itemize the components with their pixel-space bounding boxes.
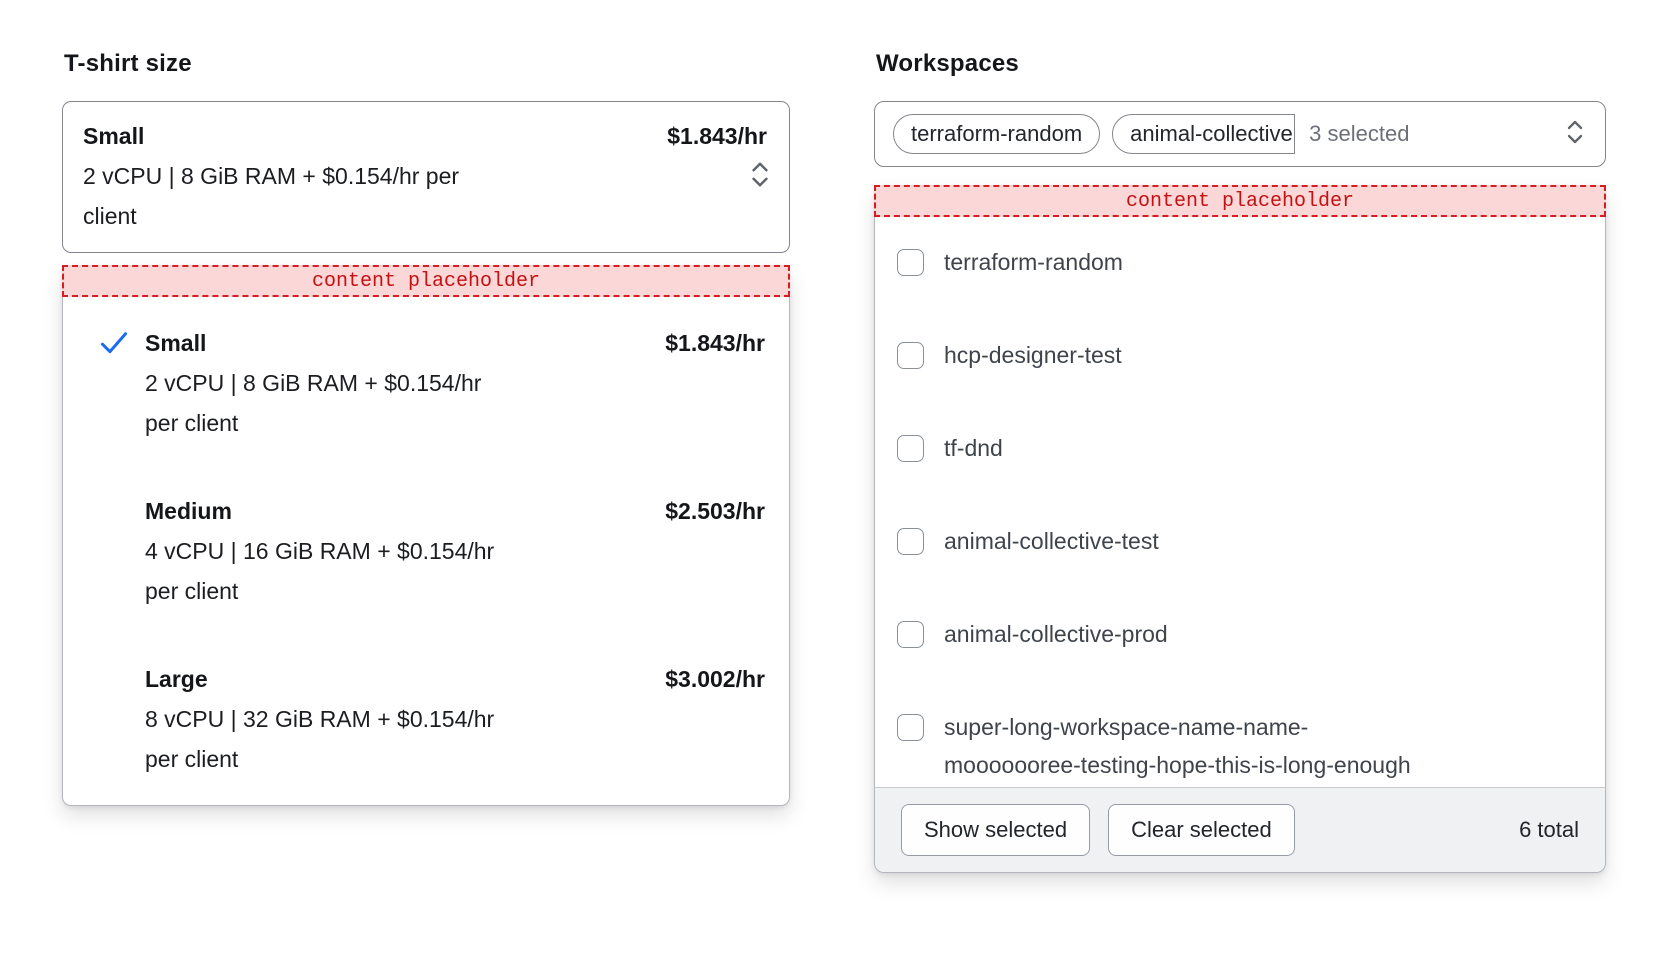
workspace-option-hcp-designer-test[interactable]: hcp-designer-test (897, 342, 1581, 374)
selected-count: 3 selected (1309, 121, 1409, 147)
check-spacer (99, 491, 131, 498)
option-price: $2.503/hr (665, 491, 769, 531)
option-price: $3.002/hr (665, 659, 769, 699)
checkbox-unchecked[interactable] (897, 714, 924, 741)
selected-option-price: $1.843/hr (667, 116, 767, 156)
option-large[interactable]: Large 8 vCPU | 32 GiB RAM + $0.154/hr pe… (99, 659, 769, 779)
show-selected-button[interactable]: Show selected (901, 804, 1090, 856)
content-placeholder-banner: content placeholder (874, 185, 1606, 217)
option-title: Large (145, 659, 665, 699)
content-placeholder-banner: content placeholder (62, 265, 790, 297)
workspace-option-animal-collective-test[interactable]: animal-collective-test (897, 528, 1581, 560)
checkbox-unchecked[interactable] (897, 342, 924, 369)
total-count: 6 total (1519, 817, 1579, 843)
selected-option-description: 2 vCPU | 8 GiB RAM + $0.154/hr per clien… (83, 156, 488, 236)
tshirt-size-options-list: Small 2 vCPU | 8 GiB RAM + $0.154/hr per… (63, 297, 789, 779)
workspace-option-label: tf-dnd (944, 429, 1003, 467)
option-description: 8 vCPU | 32 GiB RAM + $0.154/hr per clie… (145, 699, 508, 779)
workspaces-dropdown-footer: Show selected Clear selected 6 total (875, 787, 1605, 872)
workspace-option-label: animal-collective-prod (944, 615, 1168, 653)
checkbox-unchecked[interactable] (897, 435, 924, 462)
check-icon (99, 323, 131, 361)
option-medium[interactable]: Medium 4 vCPU | 16 GiB RAM + $0.154/hr p… (99, 491, 769, 611)
workspaces-select-trigger[interactable]: terraform-random animal-collective 3 sel… (874, 101, 1606, 167)
workspace-option-label: terraform-random (944, 243, 1123, 281)
workspace-option-super-long-name[interactable]: super-long-workspace-name-name-moooooore… (897, 714, 1581, 784)
tshirt-size-select-trigger[interactable]: Small 2 vCPU | 8 GiB RAM + $0.154/hr per… (62, 101, 790, 253)
unfold-icon (747, 160, 773, 195)
workspace-option-label: animal-collective-test (944, 522, 1159, 560)
option-description: 2 vCPU | 8 GiB RAM + $0.154/hr per clien… (145, 363, 508, 443)
tshirt-size-label: T-shirt size (64, 50, 192, 78)
option-title: Small (145, 323, 665, 363)
clear-selected-button[interactable]: Clear selected (1108, 804, 1295, 856)
workspace-option-label: hcp-designer-test (944, 336, 1122, 374)
option-title: Medium (145, 491, 665, 531)
checkbox-unchecked[interactable] (897, 249, 924, 276)
selected-tag-terraform-random[interactable]: terraform-random (893, 114, 1100, 154)
tshirt-size-dropdown: content placeholder Small 2 vCPU | 8 GiB… (62, 265, 790, 806)
check-spacer (99, 659, 131, 666)
workspace-option-animal-collective-prod[interactable]: animal-collective-prod (897, 621, 1581, 653)
workspaces-dropdown: content placeholder terraform-random hcp… (874, 185, 1606, 873)
selected-option-title: Small (83, 116, 769, 156)
workspaces-label: Workspaces (876, 50, 1019, 78)
selected-tag-animal-collective[interactable]: animal-collective (1112, 114, 1295, 154)
option-price: $1.843/hr (665, 323, 769, 363)
workspace-option-terraform-random[interactable]: terraform-random (897, 249, 1581, 281)
checkbox-unchecked[interactable] (897, 621, 924, 648)
checkbox-unchecked[interactable] (897, 528, 924, 555)
workspaces-options-list: terraform-random hcp-designer-test tf-dn… (875, 217, 1605, 787)
option-small[interactable]: Small 2 vCPU | 8 GiB RAM + $0.154/hr per… (99, 323, 769, 443)
option-description: 4 vCPU | 16 GiB RAM + $0.154/hr per clie… (145, 531, 508, 611)
unfold-icon (1563, 118, 1587, 151)
workspace-option-tf-dnd[interactable]: tf-dnd (897, 435, 1581, 467)
workspace-option-label: super-long-workspace-name-name-moooooore… (944, 708, 1428, 784)
